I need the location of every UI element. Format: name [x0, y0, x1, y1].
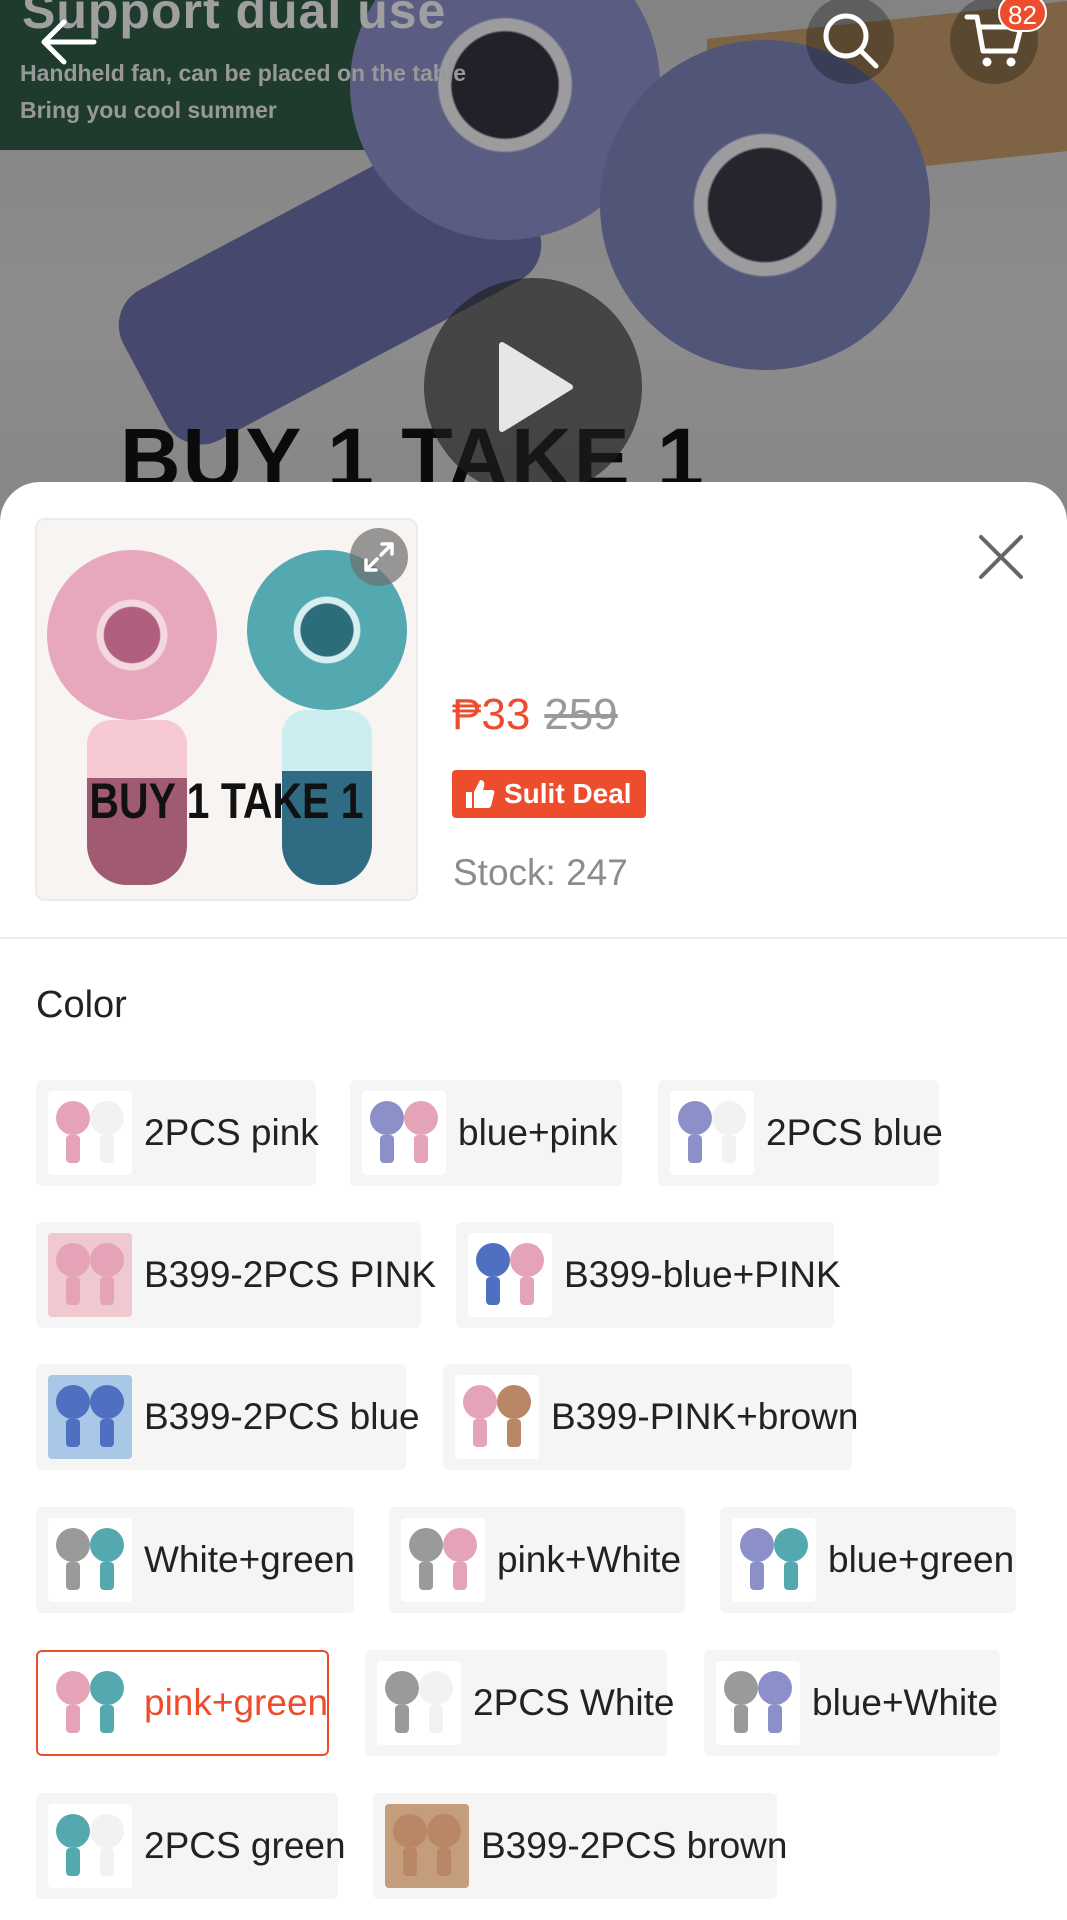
variation-option-image — [48, 1518, 132, 1602]
variation-option-label: 2PCS White — [473, 1682, 675, 1723]
divider — [0, 937, 1067, 939]
variation-option[interactable]: blue+pink — [350, 1080, 622, 1186]
variation-option[interactable]: pink+White — [389, 1507, 685, 1613]
variation-option[interactable]: B399-blue+PINK — [456, 1222, 841, 1328]
variation-option-image — [362, 1091, 446, 1175]
variation-option[interactable]: B399-PINK+brown — [443, 1364, 858, 1470]
variation-option[interactable]: 2PCS green — [36, 1793, 346, 1899]
variation-option-label: blue+pink — [458, 1112, 618, 1153]
variation-option-label: pink+green — [144, 1682, 329, 1723]
variation-option[interactable]: B399-2PCS PINK — [36, 1222, 436, 1328]
arrow-left-icon — [41, 19, 97, 65]
play-button[interactable] — [424, 278, 642, 496]
variation-option-label: B399-blue+PINK — [564, 1254, 841, 1295]
variation-option-label: 2PCS pink — [144, 1112, 319, 1153]
variation-option[interactable]: pink+green — [36, 1650, 329, 1756]
variation-option-image — [377, 1661, 461, 1745]
variation-option-image — [48, 1233, 132, 1317]
thumb-promo-text: BUY 1 TAKE 1 — [89, 773, 364, 829]
search-icon — [823, 13, 879, 69]
sulit-deal-badge: Sulit Deal — [452, 770, 646, 818]
variation-option[interactable]: blue+green — [720, 1507, 1016, 1613]
variation-sheet: BUY 1 TAKE 1 ₱33 259 Sulit Deal Stock: 2… — [0, 482, 1067, 1920]
price-row: ₱33 259 — [452, 690, 618, 740]
variation-option-label: White+green — [144, 1539, 355, 1580]
fan-head-image — [47, 550, 217, 720]
expand-image-button[interactable] — [350, 528, 408, 586]
variation-option-image — [401, 1518, 485, 1602]
close-icon — [979, 535, 1023, 579]
variation-option-image — [732, 1518, 816, 1602]
variation-option-label: B399-2PCS blue — [144, 1396, 420, 1437]
back-button[interactable] — [24, 0, 112, 84]
original-price: 259 — [544, 690, 618, 739]
variation-image[interactable]: BUY 1 TAKE 1 — [35, 518, 418, 901]
variation-option[interactable]: 2PCS White — [365, 1650, 675, 1756]
thumbs-up-icon — [466, 780, 495, 808]
search-button[interactable] — [806, 0, 894, 84]
variation-title: Color — [36, 984, 127, 1026]
close-button[interactable] — [970, 526, 1032, 588]
variation-option-image — [716, 1661, 800, 1745]
variation-option-image — [48, 1661, 132, 1745]
variation-option-image — [385, 1804, 469, 1888]
variation-option-label: blue+White — [812, 1682, 999, 1723]
variation-option-label: B399-2PCS PINK — [144, 1254, 437, 1295]
variation-option-image — [48, 1375, 132, 1459]
variation-option[interactable]: 2PCS blue — [658, 1080, 943, 1186]
variation-option-image — [670, 1091, 754, 1175]
variation-option[interactable]: White+green — [36, 1507, 355, 1613]
cart-count-badge: 82 — [998, 0, 1047, 32]
variation-option-label: blue+green — [828, 1539, 1015, 1580]
variation-option-label: pink+White — [497, 1539, 682, 1580]
variation-option-label: B399-PINK+brown — [551, 1396, 859, 1437]
variation-option-image — [48, 1091, 132, 1175]
deal-label: Sulit Deal — [504, 778, 632, 809]
current-price: ₱33 — [452, 690, 531, 739]
variation-option-image — [48, 1804, 132, 1888]
variation-option[interactable]: B399-2PCS brown — [373, 1793, 787, 1899]
play-icon — [499, 342, 573, 432]
variation-option[interactable]: B399-2PCS blue — [36, 1364, 420, 1470]
expand-icon — [364, 542, 394, 572]
variation-option-label: 2PCS blue — [766, 1112, 943, 1153]
variation-option-label: B399-2PCS brown — [481, 1825, 788, 1866]
variation-option-image — [468, 1233, 552, 1317]
variation-option[interactable]: 2PCS pink — [36, 1080, 319, 1186]
variation-option[interactable]: blue+White — [704, 1650, 1000, 1756]
variation-option-label: 2PCS green — [144, 1825, 346, 1866]
variation-option-image — [455, 1375, 539, 1459]
stock-text: Stock: 247 — [453, 852, 628, 893]
